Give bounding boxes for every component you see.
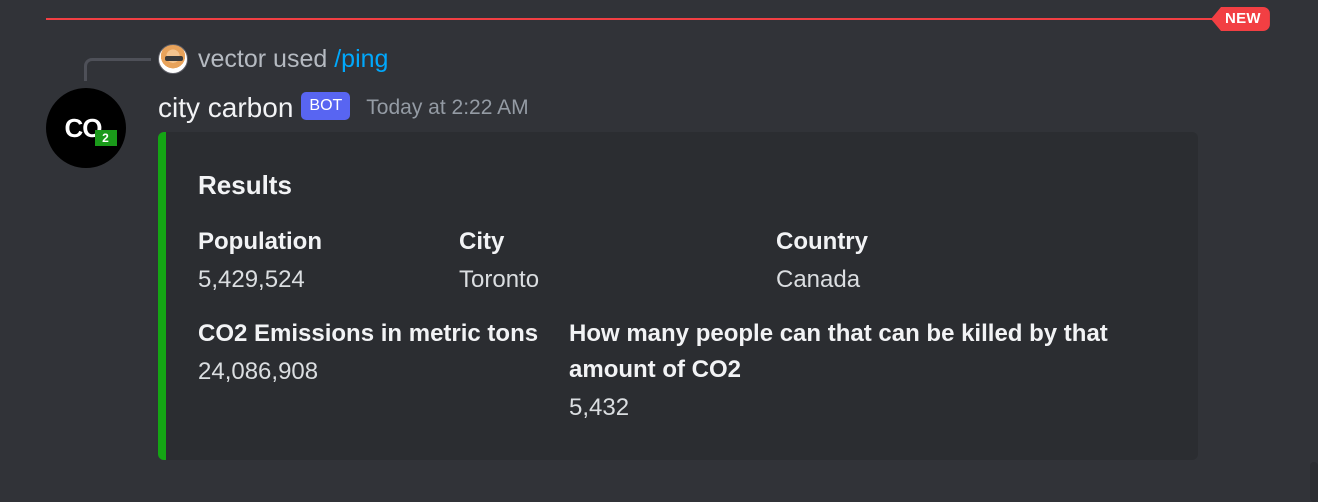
field-value: 5,432 (569, 394, 630, 421)
embed-title: Results (198, 170, 292, 200)
scrollbar[interactable] (1310, 462, 1318, 502)
new-messages-divider (46, 18, 1226, 20)
message-timestamp[interactable]: Today at 2:22 AM (366, 96, 528, 120)
avatar-subscript: 2 (94, 129, 117, 146)
field-name: CO2 Emissions in metric tons (198, 320, 539, 347)
field-people-killed: How many people can that can be killed b… (569, 316, 1169, 428)
bot-avatar[interactable]: CO 2 (46, 88, 126, 168)
field-value: Canada (776, 266, 861, 293)
field-value: 24,086,908 (198, 358, 319, 385)
field-name: Country (776, 228, 868, 255)
reply-action: used (273, 44, 328, 73)
reply-avatar-icon[interactable] (158, 44, 188, 74)
field-city: City Toronto (459, 224, 759, 300)
bot-username[interactable]: city carbon (158, 92, 293, 124)
results-embed: Results Population 5,429,524 City Toront… (158, 132, 1198, 460)
reply-command[interactable]: /ping (334, 45, 388, 73)
field-country: Country Canada (776, 224, 1076, 300)
reply-reference[interactable]: vector used /ping (158, 42, 388, 76)
chat-view: NEW vector used /ping CO 2 city carbon B… (0, 0, 1318, 502)
message-header: city carbon BOT Today at 2:22 AM (158, 88, 529, 128)
field-co2-emissions: CO2 Emissions in metric tons 24,086,908 (198, 316, 568, 392)
bot-badge: BOT (301, 92, 351, 120)
reply-username[interactable]: vector (198, 45, 266, 73)
co2-logo-icon: CO 2 (65, 113, 117, 146)
field-value: 5,429,524 (198, 266, 305, 293)
field-value: Toronto (459, 266, 540, 293)
field-name: Population (198, 228, 322, 255)
field-name: City (459, 228, 505, 255)
field-population: Population 5,429,524 (198, 224, 438, 300)
new-messages-badge: NEW (1211, 7, 1270, 31)
reply-spine (84, 58, 151, 81)
field-name: How many people can that can be killed b… (569, 320, 1108, 383)
